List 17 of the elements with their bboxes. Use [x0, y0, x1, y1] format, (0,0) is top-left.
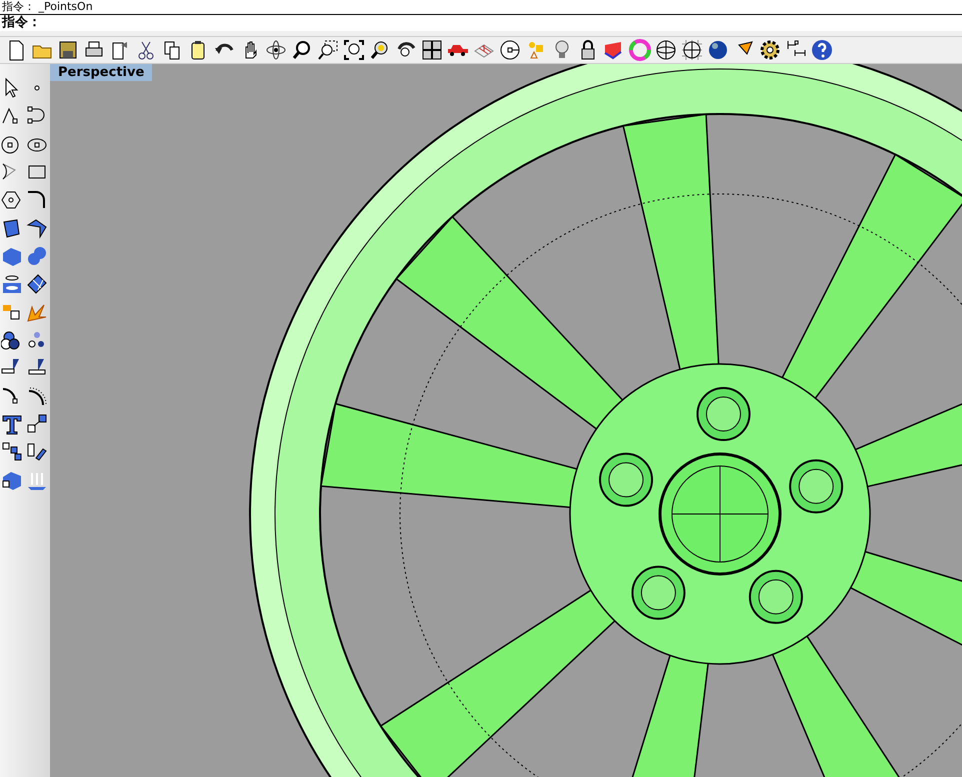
spheres-icon[interactable]: [25, 244, 49, 268]
gear-icon[interactable]: [758, 38, 782, 62]
zoom-window-icon[interactable]: [316, 38, 340, 62]
color-wheel-icon[interactable]: [628, 38, 652, 62]
four-viewports-icon[interactable]: [420, 38, 444, 62]
shaded-sphere-icon[interactable]: [706, 38, 730, 62]
zoom-extents-icon[interactable]: [342, 38, 366, 62]
rotate-icon[interactable]: [264, 38, 288, 62]
grid-sphere-icon[interactable]: [680, 38, 704, 62]
circle-point-icon[interactable]: [498, 38, 522, 62]
command-history-line: 指令： _PointsOn: [0, 0, 962, 15]
wireframe-sphere-icon[interactable]: [654, 38, 678, 62]
mesh-icon[interactable]: [25, 272, 49, 296]
viewport-title-tab[interactable]: Perspective: [50, 64, 152, 81]
perspective-viewport[interactable]: Perspective: [50, 64, 962, 777]
command-prompt[interactable]: 指令：: [0, 15, 962, 31]
help-icon[interactable]: [810, 38, 834, 62]
